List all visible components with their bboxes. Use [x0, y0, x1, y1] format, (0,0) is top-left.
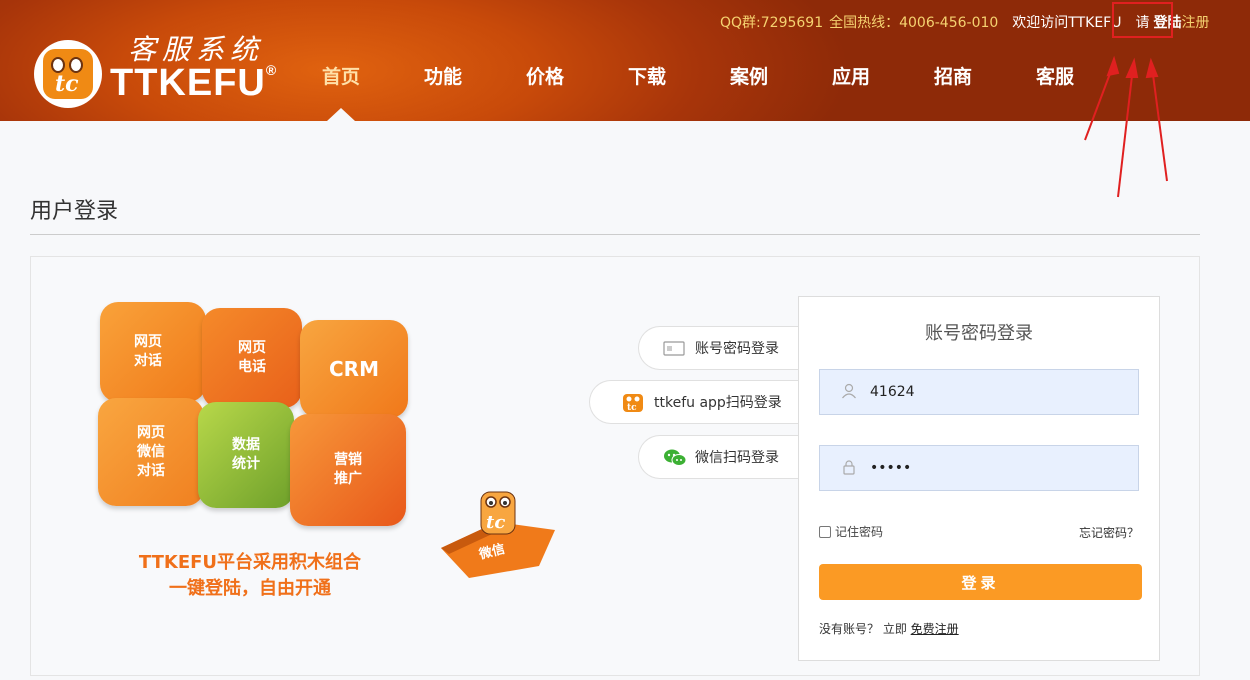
nav-features[interactable]: 功能	[392, 62, 494, 92]
remember-password[interactable]: 记住密码	[819, 523, 883, 540]
nav-active-indicator	[327, 108, 355, 121]
wechat-icon	[663, 448, 687, 466]
title-divider	[30, 234, 1200, 235]
nav-apps[interactable]: 应用	[800, 62, 902, 92]
tab-account-password-label: 账号密码登录	[695, 341, 779, 357]
site-header: 客服系统 tc TTKEFU® 首页 功能 价格 下载 案例 应用 招商 客服 …	[0, 0, 1250, 121]
puzzle-piece-statistics: 数据 统计	[198, 402, 294, 508]
header-register-link[interactable]: 注册	[1181, 15, 1209, 31]
nav-partners[interactable]: 招商	[902, 62, 1004, 92]
svg-text:tc: tc	[627, 403, 637, 413]
free-register-link[interactable]: 免费注册	[911, 622, 959, 636]
nav-cases[interactable]: 案例	[698, 62, 800, 92]
site-logo[interactable]: 客服系统 tc TTKEFU®	[34, 32, 284, 112]
username-field[interactable]	[819, 369, 1139, 415]
puzzle-label-marketing: 营销 推广	[334, 452, 362, 487]
tagline-line-2: 一键登陆，自由开通	[169, 578, 331, 599]
puzzle-label-crm: CRM	[329, 356, 379, 381]
puzzle-label-web-wechat: 网页 微信 对话	[137, 424, 165, 479]
no-account-text: 没有账号？ 立即	[819, 622, 907, 636]
tab-wechat-scan[interactable]: 微信扫码登录	[638, 435, 800, 479]
no-account-prompt: 没有账号？ 立即 免费注册	[819, 620, 959, 637]
puzzle-piece-web-phone: 网页 电话	[202, 308, 302, 408]
tab-wechat-scan-label: 微信扫码登录	[695, 450, 779, 466]
card-icon	[663, 339, 685, 357]
nav-home[interactable]: 首页	[290, 62, 392, 92]
lock-icon	[840, 459, 858, 477]
logo-text: TTKEFU	[110, 62, 266, 104]
wechat-puzzle-piece: tc 微信	[441, 491, 555, 578]
username-input[interactable]	[870, 384, 1130, 400]
forgot-password-link[interactable]: 忘记密码？	[1079, 524, 1139, 541]
puzzle-piece-web-chat: 网页 对话	[100, 302, 206, 402]
main-nav: 首页 功能 价格 下载 案例 应用 招商 客服	[290, 62, 1106, 92]
logo-registered-mark: ®	[265, 62, 278, 78]
puzzle-label-web-chat: 网页 对话	[134, 334, 162, 369]
welcome-text: 欢迎访问TTKEFU	[1012, 15, 1122, 31]
tab-account-password[interactable]: 账号密码登录	[638, 326, 800, 370]
nav-download[interactable]: 下载	[596, 62, 698, 92]
puzzle-piece-marketing: 营销 推广	[290, 414, 406, 526]
tab-app-scan-label: ttkefu app扫码登录	[654, 395, 782, 411]
tagline-line-1: TTKEFU平台采用积木组合	[138, 552, 362, 573]
login-submit-button[interactable]: 登录	[819, 564, 1142, 600]
puzzle-illustration: 网页 对话 网页 电话 CRM 网页 微信 对话 数据 统计 营销 推广	[96, 298, 416, 528]
svg-text:tc: tc	[486, 512, 505, 533]
remember-checkbox[interactable]	[819, 525, 831, 538]
puzzle-piece-web-wechat: 网页 微信 对话	[98, 398, 204, 506]
puzzle-label-statistics: 数据 统计	[232, 437, 260, 472]
illustration-tagline: TTKEFU平台采用积木组合 一键登陆，自由开通	[120, 550, 380, 602]
user-icon	[840, 383, 858, 401]
tab-app-scan[interactable]: tc ttkefu app扫码登录	[589, 380, 800, 424]
puzzle-piece-crm: CRM	[300, 320, 408, 418]
logo-badge: tc	[34, 40, 102, 108]
qq-group-text: QQ群:7295691	[720, 15, 824, 31]
login-form-title: 账号密码登录	[925, 323, 1033, 344]
logo-mascot-icon: tc	[43, 49, 93, 99]
annotation-highlight-box	[1112, 2, 1173, 38]
ttkefu-app-icon: tc	[622, 393, 644, 413]
password-input[interactable]	[870, 460, 1130, 476]
page-title: 用户登录	[30, 199, 119, 224]
login-form-panel: 账号密码登录 记住密码 忘记密码？ 登录 没有账号？ 立即 免费注册	[798, 296, 1160, 661]
nav-pricing[interactable]: 价格	[494, 62, 596, 92]
remember-label: 记住密码	[835, 525, 884, 539]
hotline-text: 全国热线：4006-456-010	[829, 15, 999, 31]
password-field[interactable]	[819, 445, 1139, 491]
annotation-arrows	[1084, 55, 1168, 198]
puzzle-label-web-phone: 网页 电话	[238, 340, 266, 375]
